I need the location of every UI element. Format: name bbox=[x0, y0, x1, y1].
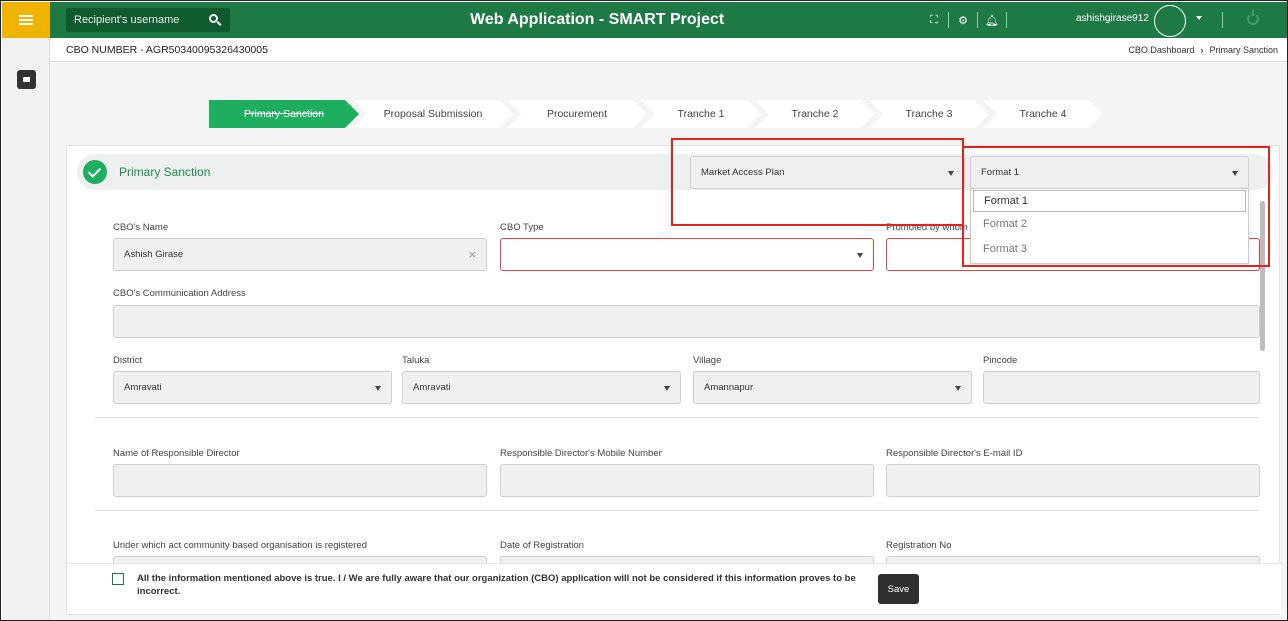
fullscreen-icon[interactable]: ⛶ bbox=[920, 2, 948, 38]
format-option[interactable]: Format 3 bbox=[971, 237, 1248, 262]
format-dropdown-list: Format 1 Format 2 Format 3 bbox=[970, 188, 1249, 264]
scrollbar[interactable] bbox=[1260, 201, 1265, 351]
consent-checkbox[interactable] bbox=[112, 573, 124, 585]
taluka-select[interactable]: Amravati bbox=[402, 371, 681, 404]
check-circle-icon bbox=[83, 160, 107, 184]
reg-no-label: Registration No bbox=[886, 540, 952, 551]
pincode-label: Pincode bbox=[983, 355, 1018, 366]
director-mobile-label: Responsible Director's Mobile Number bbox=[500, 448, 662, 459]
breadcrumb: CBO Dashboard › Primary Sanction bbox=[1128, 45, 1278, 55]
cbo-name-field[interactable]: Ashish Girase × bbox=[113, 238, 487, 271]
cbo-number: CBO NUMBER - AGR50340095326430005 bbox=[66, 44, 268, 56]
chevron-down-icon bbox=[1232, 171, 1238, 176]
chevron-down-icon bbox=[857, 253, 863, 258]
format-option[interactable]: Format 1 bbox=[973, 190, 1246, 212]
breadcrumb-item: Primary Sanction bbox=[1209, 45, 1278, 55]
director-name-label: Name of Responsible Director bbox=[113, 448, 240, 459]
cbo-name-label: CBO's Name bbox=[113, 222, 169, 233]
village-select[interactable]: Amannapur bbox=[693, 371, 972, 404]
reg-date-label: Date of Registration bbox=[500, 540, 584, 551]
chevron-right-icon: › bbox=[1200, 45, 1204, 55]
chevron-down-icon bbox=[664, 386, 670, 391]
director-email-label: Responsible Director's E-mail ID bbox=[886, 448, 1023, 459]
pincode-field[interactable] bbox=[983, 371, 1260, 404]
chevron-down-icon[interactable] bbox=[1196, 16, 1202, 20]
step-tranche-1[interactable]: Tranche 1 bbox=[641, 100, 761, 128]
breadcrumb-item[interactable]: CBO Dashboard bbox=[1128, 45, 1194, 55]
address-field[interactable] bbox=[113, 305, 1260, 338]
close-icon[interactable]: × bbox=[468, 247, 476, 262]
sub-header: CBO NUMBER - AGR50340095326430005 CBO Da… bbox=[50, 38, 1287, 62]
cbo-type-select[interactable] bbox=[500, 238, 874, 271]
step-tranche-4[interactable]: Tranche 4 bbox=[983, 100, 1103, 128]
top-header: Web Application - SMART Project ⛶ ⚙ 🔔︎ a… bbox=[50, 2, 1287, 38]
address-label: CBO's Communication Address bbox=[113, 288, 246, 299]
promoted-by-label: Promoted by whom bbox=[886, 222, 968, 233]
divider bbox=[1006, 12, 1007, 28]
plan-select[interactable]: Market Access Plan bbox=[690, 156, 965, 189]
step-procurement[interactable]: Procurement bbox=[507, 100, 647, 128]
bell-icon[interactable]: 🔔︎ bbox=[978, 2, 1006, 38]
header-icons: ⛶ ⚙ 🔔︎ bbox=[920, 2, 1007, 38]
village-value: Amannapur bbox=[704, 382, 754, 393]
act-label: Under which act community based organisa… bbox=[113, 540, 367, 551]
consent-text: All the information mentioned above is t… bbox=[137, 573, 856, 597]
chevron-down-icon bbox=[955, 386, 961, 391]
app-title: Web Application - SMART Project bbox=[470, 11, 725, 28]
divider bbox=[1222, 12, 1223, 28]
format-select-value: Format 1 bbox=[981, 167, 1020, 178]
username[interactable]: ashishgirase912 bbox=[1076, 13, 1149, 24]
taluka-value: Amravati bbox=[413, 382, 451, 393]
divider bbox=[95, 417, 1259, 418]
district-select[interactable]: Amravati bbox=[113, 371, 392, 404]
step-proposal-submission[interactable]: Proposal Submission bbox=[353, 100, 513, 128]
director-email-field[interactable] bbox=[886, 464, 1260, 497]
director-name-field[interactable] bbox=[113, 464, 487, 497]
stepper: Primary Sanction Proposal Submission Pro… bbox=[209, 100, 1103, 128]
chevron-down-icon bbox=[948, 171, 954, 176]
plan-select-value: Market Access Plan bbox=[701, 167, 785, 178]
step-primary-sanction[interactable]: Primary Sanction bbox=[209, 100, 359, 128]
left-rail bbox=[2, 2, 50, 620]
format-option[interactable]: Format 2 bbox=[971, 212, 1248, 237]
gear-icon[interactable]: ⚙ bbox=[949, 2, 977, 38]
district-label: District bbox=[113, 355, 143, 366]
dashboard-icon[interactable] bbox=[17, 70, 36, 89]
cbo-type-label: CBO Type bbox=[500, 222, 544, 233]
save-button[interactable]: Save bbox=[878, 574, 919, 604]
search-box bbox=[66, 8, 230, 32]
search-icon[interactable] bbox=[209, 14, 218, 23]
taluka-label: Taluka bbox=[402, 355, 430, 366]
director-mobile-field[interactable] bbox=[500, 464, 874, 497]
hamburger-menu-icon[interactable] bbox=[2, 2, 50, 38]
content-area: Primary Sanction Proposal Submission Pro… bbox=[50, 63, 1287, 620]
step-tranche-2[interactable]: Tranche 2 bbox=[755, 100, 875, 128]
divider bbox=[95, 510, 1259, 511]
app-window: Web Application - SMART Project ⛶ ⚙ 🔔︎ a… bbox=[0, 0, 1288, 621]
step-tranche-3[interactable]: Tranche 3 bbox=[869, 100, 989, 128]
village-label: Village bbox=[693, 355, 722, 366]
search-input[interactable] bbox=[74, 14, 202, 26]
chevron-down-icon bbox=[375, 386, 381, 391]
format-select[interactable]: Format 1 bbox=[970, 156, 1249, 189]
power-icon[interactable] bbox=[1247, 10, 1259, 25]
avatar[interactable] bbox=[1154, 5, 1186, 37]
cbo-name-value: Ashish Girase bbox=[124, 249, 184, 260]
district-value: Amravati bbox=[124, 382, 162, 393]
section-title: Primary Sanction bbox=[119, 165, 211, 179]
